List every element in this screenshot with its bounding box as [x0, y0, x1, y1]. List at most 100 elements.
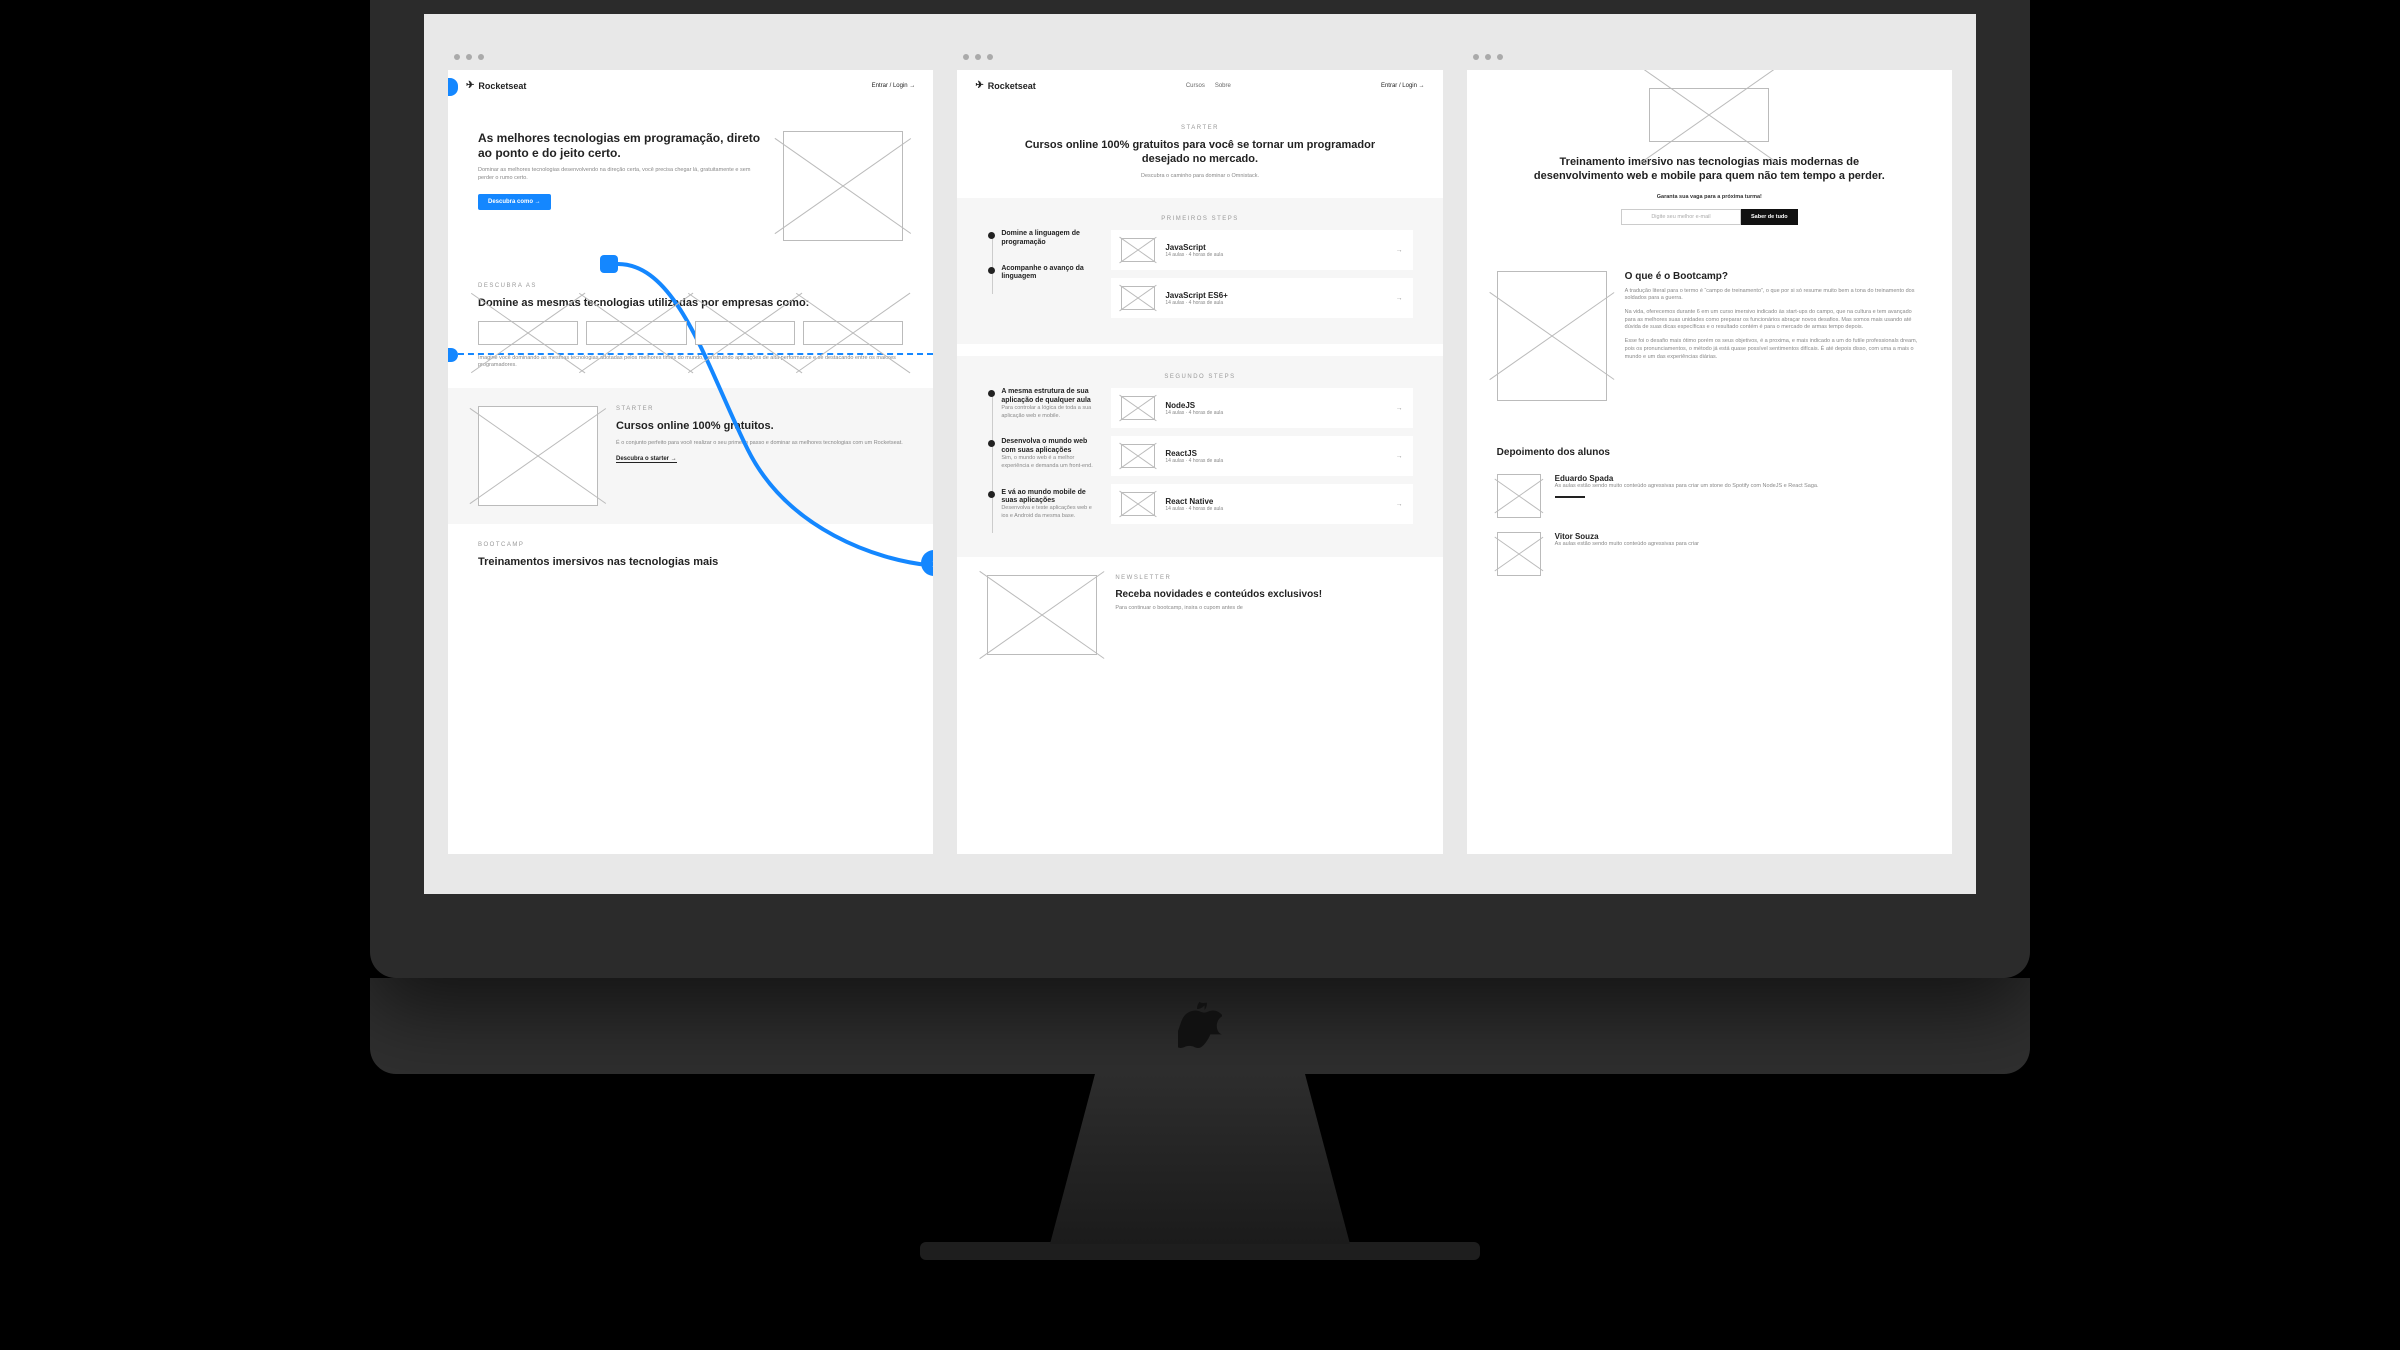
section2-text: Imagine você dominando as mesmas tecnolo… [478, 355, 903, 370]
monitor-chin [370, 978, 2030, 1074]
rocket-icon: ✈ [975, 80, 983, 91]
testimonials-title: Depoimento dos alunos [1497, 447, 1922, 460]
what-is-bootcamp: O que é o Bootcamp? A tradução literal p… [1467, 243, 1952, 419]
course-thumb-placeholder [1121, 396, 1155, 420]
artboard-starter[interactable]: ✈ Rocketseat Cursos Sobre Entrar / Login… [957, 70, 1442, 854]
starter-title: Cursos online 100% gratuitos. [616, 420, 903, 434]
newsletter-title: Receba novidades e conteúdos exclusivos! [1115, 589, 1412, 602]
timeline-item: Acompanhe o avanço da linguagem [1001, 265, 1097, 282]
company-logos [478, 321, 903, 345]
course-thumb-placeholder [1121, 492, 1155, 516]
fade [448, 824, 933, 854]
course-card[interactable]: JavaScript ES6+ 14 aulas · 4 horas de au… [1111, 278, 1412, 318]
form-label: Garanta sua vaga para a próxima turma! [1517, 194, 1902, 202]
hero: As melhores tecnologias em programação, … [448, 101, 933, 259]
chevron-right-icon: → [1396, 453, 1403, 460]
monitor-stand [1050, 1074, 1350, 1244]
login-link[interactable]: Entrar / Login → [872, 83, 916, 89]
artboard-2-wrap: ✈ Rocketseat Cursos Sobre Entrar / Login… [957, 54, 1442, 854]
bootcamp-hero-image-placeholder [1649, 88, 1769, 142]
hero-image-placeholder [783, 131, 903, 241]
artboard-bootcamp[interactable]: Treinamento imersivo nas tecnologias mai… [1467, 70, 1952, 854]
avatar-placeholder [1497, 532, 1541, 576]
brand[interactable]: ✈ Rocketseat [466, 80, 526, 91]
second-steps: SEGUNDO STEPS A mesma estrutura de sua a… [957, 344, 1442, 556]
hero-cta[interactable]: Descubra como → [478, 194, 551, 210]
section2-caption: DESCUBRA AS [478, 283, 903, 289]
brand-name: Rocketseat [988, 81, 1036, 91]
newsletter-section: NEWSLETTER Receba novidades e conteúdos … [957, 557, 1442, 673]
artboards-row: › ✈ Rocketseat Entrar / Login → [424, 14, 1976, 894]
bootcamp-image-placeholder [1497, 271, 1607, 401]
course-title: JavaScript ES6+ [1165, 291, 1385, 300]
timeline-item: Desenvolva o mundo web com suas aplicaçõ… [1001, 438, 1097, 470]
course-card[interactable]: React Native 14 aulas · 4 horas de aula … [1111, 484, 1412, 524]
stage: › ✈ Rocketseat Entrar / Login → [0, 0, 2400, 1350]
bootcamp-hero-title: Treinamento imersivo nas tecnologias mai… [1517, 156, 1902, 184]
topbar: ✈ Rocketseat Entrar / Login → [448, 70, 933, 101]
course-title: ReactJS [1165, 449, 1385, 458]
prototype-hotspot[interactable] [600, 255, 618, 273]
chevron-right-icon: › [932, 555, 933, 571]
starter-hero-caption: STARTER [1007, 125, 1392, 131]
starter-text: É o conjunto perfeito para você realizar… [616, 440, 903, 448]
what-p2: Na vida, oferecemos durante 6 em um curs… [1625, 309, 1922, 332]
monitor-foot [920, 1242, 1480, 1260]
design-canvas[interactable]: › ✈ Rocketseat Entrar / Login → [424, 14, 1976, 894]
bootcamp-caption: BOOTCAMP [478, 542, 903, 548]
starter-image-placeholder [478, 406, 598, 506]
testimonial-text: As aulas estão sendo muito conteúdo agre… [1555, 541, 1922, 549]
submit-button[interactable]: Saber de tudo [1741, 209, 1798, 225]
starter-caption: STARTER [616, 406, 903, 412]
section2-title: Domine as mesmas tecnologias utilizadas … [478, 297, 903, 311]
hero-title: As melhores tecnologias em programação, … [478, 131, 765, 161]
artboard-home[interactable]: › ✈ Rocketseat Entrar / Login → [448, 70, 933, 854]
starter-hero-sub: Descubra o caminho para dominar o Omnist… [1007, 173, 1392, 181]
starter-link[interactable]: Descubra o starter → [616, 456, 677, 463]
timeline-item: Domine a linguagem de programação [1001, 230, 1097, 247]
window-dots [1467, 54, 1952, 70]
timeline-item: A mesma estrutura de sua aplicação de qu… [1001, 388, 1097, 420]
course-card[interactable]: NodeJS 14 aulas · 4 horas de aula → [1111, 388, 1412, 428]
screen-bezel: › ✈ Rocketseat Entrar / Login → [370, 0, 2030, 978]
apple-logo-icon [1178, 1000, 1222, 1052]
logo-placeholder [803, 321, 903, 345]
fade [1467, 824, 1952, 854]
login-link[interactable]: Entrar / Login → [1381, 83, 1425, 89]
course-sub: 14 aulas · 4 horas de aula [1165, 506, 1385, 512]
course-card[interactable]: JavaScript 14 aulas · 4 horas de aula → [1111, 230, 1412, 270]
course-sub: 14 aulas · 4 horas de aula [1165, 300, 1385, 306]
newsletter-caption: NEWSLETTER [1115, 575, 1412, 581]
signup-form: Digite seu melhor e-mail Saber de tudo [1517, 209, 1902, 225]
chevron-right-icon: → [1396, 501, 1403, 508]
artboard-3-wrap: Treinamento imersivo nas tecnologias mai… [1467, 54, 1952, 854]
divider [1555, 496, 1585, 498]
companies-section: DESCUBRA AS Domine as mesmas tecnologias… [448, 259, 933, 388]
newsletter-text: Para continuar o bootcamp, insira o cupo… [1115, 605, 1412, 613]
hero-subtitle: Dominar as melhores tecnologias desenvol… [478, 167, 765, 182]
starter-section: STARTER Cursos online 100% gratuitos. É … [448, 388, 933, 524]
starter-hero: STARTER Cursos online 100% gratuitos par… [957, 101, 1442, 198]
fold-guide [448, 353, 933, 355]
testimonial: Eduardo Spada As aulas estão sendo muito… [1497, 474, 1922, 518]
course-sub: 14 aulas · 4 horas de aula [1165, 458, 1385, 464]
testimonial: Vitor Souza As aulas estão sendo muito c… [1497, 532, 1922, 576]
course-card[interactable]: ReactJS 14 aulas · 4 horas de aula → [1111, 436, 1412, 476]
course-thumb-placeholder [1121, 286, 1155, 310]
brand[interactable]: ✈ Rocketseat [975, 80, 1035, 91]
nav-link[interactable]: Sobre [1215, 83, 1231, 89]
logo-placeholder [695, 321, 795, 345]
email-field[interactable]: Digite seu melhor e-mail [1621, 209, 1741, 225]
nav-link[interactable]: Cursos [1186, 83, 1205, 89]
window-dots [448, 54, 933, 70]
starter-hero-title: Cursos online 100% gratuitos para você s… [1007, 139, 1392, 167]
avatar-placeholder [1497, 474, 1541, 518]
testimonial-name: Vitor Souza [1555, 532, 1922, 541]
bootcamp-title: Treinamentos imersivos nas tecnologias m… [478, 556, 903, 570]
chevron-right-icon: → [1396, 405, 1403, 412]
logo-placeholder [586, 321, 686, 345]
chevron-right-icon: → [1396, 247, 1403, 254]
course-title: React Native [1165, 497, 1385, 506]
fade [957, 824, 1442, 854]
window-dots [957, 54, 1442, 70]
